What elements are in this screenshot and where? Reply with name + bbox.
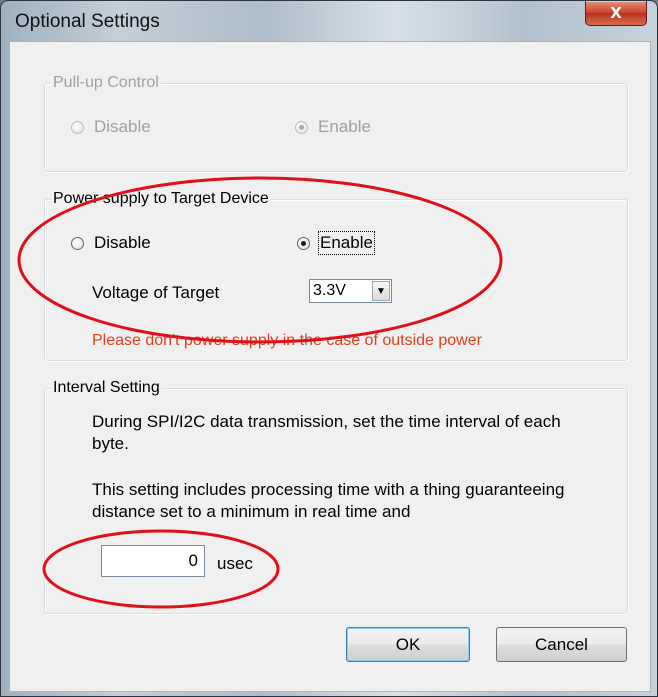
interval-unit-label: usec xyxy=(217,554,253,573)
close-button[interactable]: X xyxy=(585,1,647,26)
close-icon: X xyxy=(610,4,622,22)
power-enable-radio[interactable]: Enable xyxy=(297,231,375,255)
pullup-enable-radio[interactable]: Enable xyxy=(295,117,371,137)
radio-indicator xyxy=(71,236,84,250)
ok-button[interactable]: OK xyxy=(346,627,470,662)
power-supply-group: Power supply to Target Device Disable En… xyxy=(44,189,628,361)
window-title: Optional Settings xyxy=(15,11,160,32)
interval-setting-group: Interval Setting During SPI/I2C data tra… xyxy=(44,378,628,614)
voltage-select[interactable]: 3.3V ▼ xyxy=(309,279,392,303)
dialog-client-area: Pull-up Control Disable Enable Power sup… xyxy=(9,41,651,692)
power-disable-label: Disable xyxy=(94,233,151,252)
power-disable-radio[interactable]: Disable xyxy=(71,233,151,253)
power-supply-legend: Power supply to Target Device xyxy=(51,189,271,209)
power-warning-text: Please don't power supply in the case of… xyxy=(92,332,482,349)
cancel-button[interactable]: Cancel xyxy=(496,627,627,662)
radio-indicator xyxy=(71,120,84,134)
radio-indicator-selected xyxy=(297,236,310,250)
pullup-control-group: Pull-up Control Disable Enable xyxy=(44,73,628,172)
voltage-value: 3.3V xyxy=(313,282,346,299)
pullup-disable-radio[interactable]: Disable xyxy=(71,117,151,137)
voltage-label: Voltage of Target xyxy=(92,283,220,302)
optional-settings-dialog: Optional Settings X Pull-up Control Disa… xyxy=(0,0,658,697)
pullup-disable-label: Disable xyxy=(94,117,151,136)
interval-setting-legend: Interval Setting xyxy=(51,378,162,398)
pullup-enable-label: Enable xyxy=(318,117,371,136)
radio-indicator-selected xyxy=(295,120,308,134)
interval-description-1: During SPI/I2C data transmission, set th… xyxy=(92,412,561,453)
chevron-down-icon[interactable]: ▼ xyxy=(372,281,390,301)
interval-value-input[interactable]: 0 xyxy=(101,545,205,577)
pullup-control-legend: Pull-up Control xyxy=(51,73,161,93)
title-bar[interactable]: Optional Settings X xyxy=(1,1,657,39)
interval-description-2: This setting includes processing time wi… xyxy=(92,480,565,521)
power-enable-label: Enable xyxy=(318,231,375,255)
